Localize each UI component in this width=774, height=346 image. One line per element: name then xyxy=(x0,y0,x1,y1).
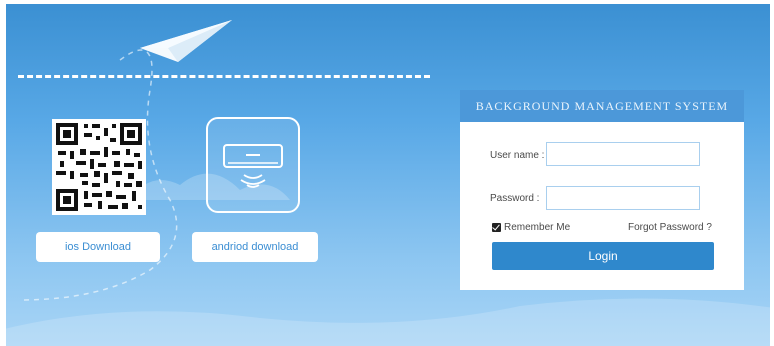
ios-download-button[interactable]: ios Download xyxy=(36,232,160,262)
paper-plane-icon xyxy=(140,20,232,62)
dashed-divider xyxy=(18,75,430,78)
username-input[interactable] xyxy=(546,142,700,166)
remember-checkbox[interactable] xyxy=(492,223,501,232)
remember-label: Remember Me xyxy=(504,222,571,233)
app-icon-tile xyxy=(206,117,300,213)
forgot-password-link[interactable]: Forgot Password ? xyxy=(628,222,712,233)
qr-code-icon xyxy=(52,119,146,215)
android-download-button[interactable]: andriod download xyxy=(192,232,318,262)
air-conditioner-icon xyxy=(223,144,283,188)
username-label: User name : xyxy=(490,150,545,161)
login-button[interactable]: Login xyxy=(492,242,714,270)
password-input[interactable] xyxy=(546,186,700,210)
password-label: Password : xyxy=(490,193,540,204)
login-title: BACKGROUND MANAGEMENT SYSTEM xyxy=(460,90,744,122)
remember-me[interactable]: Remember Me xyxy=(492,222,570,233)
